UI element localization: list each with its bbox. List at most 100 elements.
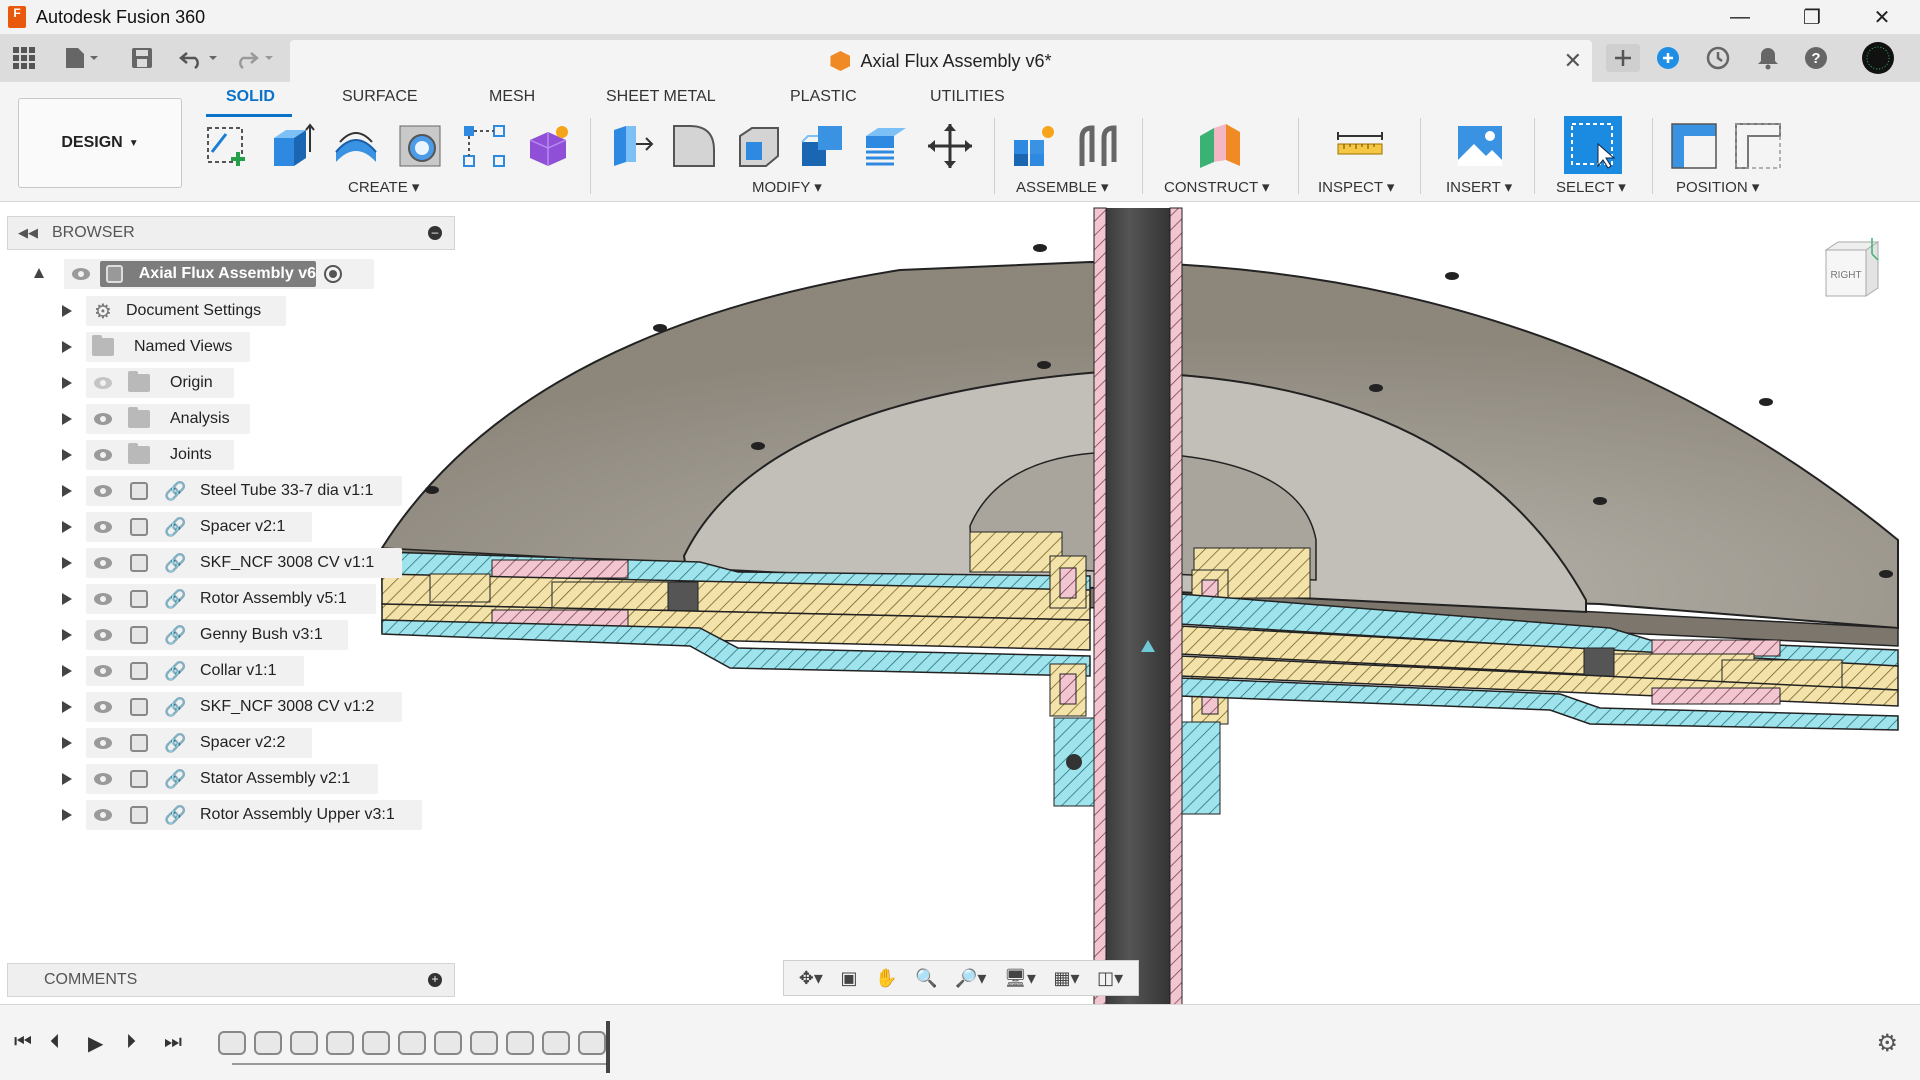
step-forward-icon[interactable]: ⏵ xyxy=(126,1031,136,1054)
joint-icon[interactable] xyxy=(1074,122,1122,170)
shell-icon[interactable] xyxy=(734,122,782,170)
assemble-menu[interactable]: ASSEMBLE ▾ xyxy=(1016,178,1109,196)
visibility-eye-icon[interactable] xyxy=(92,484,114,498)
add-comment-icon[interactable]: + xyxy=(428,973,442,987)
expand-arrow-icon[interactable] xyxy=(62,593,72,605)
visibility-eye-icon[interactable] xyxy=(92,520,114,534)
visibility-eye-icon[interactable] xyxy=(92,772,114,786)
redo-icon[interactable] xyxy=(232,44,276,72)
activate-radio-icon[interactable] xyxy=(324,265,342,283)
pattern-icon[interactable] xyxy=(460,122,508,170)
visibility-eye-icon[interactable] xyxy=(92,736,114,750)
timeline-marker[interactable] xyxy=(606,1021,610,1073)
visibility-eye-icon[interactable] xyxy=(92,556,114,570)
minimize-button[interactable]: — xyxy=(1710,0,1770,34)
tab-mesh[interactable]: MESH xyxy=(489,88,535,106)
create-menu[interactable]: CREATE ▾ xyxy=(348,178,419,196)
expand-arrow-icon[interactable] xyxy=(62,629,72,641)
grid-settings-icon[interactable]: ▦▾ xyxy=(1053,968,1079,989)
expand-arrow-icon[interactable] xyxy=(62,377,72,389)
new-tab-icon[interactable] xyxy=(1606,44,1640,72)
tab-plastic[interactable]: PLASTIC xyxy=(790,88,857,106)
inspect-menu[interactable]: INSPECT ▾ xyxy=(1318,178,1394,196)
browser-panel-header[interactable]: ◀◀ BROWSER – xyxy=(7,216,455,250)
undo-icon[interactable] xyxy=(176,44,220,72)
display-settings-icon[interactable]: 🖥▾ xyxy=(1004,968,1036,989)
visibility-eye-icon[interactable] xyxy=(92,700,114,714)
expand-arrow-icon[interactable] xyxy=(62,737,72,749)
create-sketch-icon[interactable] xyxy=(204,122,252,170)
create-form-icon[interactable] xyxy=(524,122,572,170)
expand-arrow-icon[interactable] xyxy=(62,449,72,461)
move-copy-icon[interactable] xyxy=(926,122,974,170)
play-icon[interactable]: ▶ xyxy=(88,1031,103,1056)
timeline-joint-feature[interactable] xyxy=(326,1031,354,1055)
fillet-icon[interactable] xyxy=(670,122,718,170)
go-to-start-icon[interactable]: ⏮ xyxy=(14,1031,32,1054)
timeline-joint-feature[interactable] xyxy=(398,1031,426,1055)
timeline-joint-feature[interactable] xyxy=(218,1031,246,1055)
close-window-button[interactable]: ✕ xyxy=(1852,0,1912,34)
expand-arrow-icon[interactable] xyxy=(34,268,44,278)
expand-arrow-icon[interactable] xyxy=(62,809,72,821)
view-cube[interactable]: RIGHT xyxy=(1820,234,1884,304)
expand-arrow-icon[interactable] xyxy=(62,773,72,785)
hidden-eye-icon[interactable] xyxy=(92,376,114,390)
construct-menu[interactable]: CONSTRUCT ▾ xyxy=(1164,178,1270,196)
expand-arrow-icon[interactable] xyxy=(62,521,72,533)
tab-sheet-metal[interactable]: SHEET METAL xyxy=(606,88,716,106)
restore-button[interactable]: ❐ xyxy=(1782,0,1842,34)
extrude-icon[interactable] xyxy=(268,122,316,170)
tab-utilities[interactable]: UTILITIES xyxy=(930,88,1005,106)
timeline-joint-feature[interactable] xyxy=(542,1031,570,1055)
help-icon[interactable]: ? xyxy=(1802,44,1830,72)
zoom-icon[interactable]: 🔍 xyxy=(915,968,937,989)
new-component-icon[interactable] xyxy=(1010,122,1058,170)
timeline-joint-feature[interactable] xyxy=(434,1031,462,1055)
expand-arrow-icon[interactable] xyxy=(62,485,72,497)
expand-arrow-icon[interactable] xyxy=(62,341,72,353)
select-tool-icon[interactable] xyxy=(1564,116,1622,174)
timeline-joint-feature[interactable] xyxy=(506,1031,534,1055)
collapse-panel-icon[interactable]: ◀◀ xyxy=(18,225,38,241)
step-back-icon[interactable]: ⏴ xyxy=(50,1031,60,1054)
user-avatar[interactable] xyxy=(1860,42,1896,74)
insert-canvas-icon[interactable] xyxy=(1456,122,1504,170)
comments-panel-header[interactable]: COMMENTS + xyxy=(7,963,455,997)
tab-surface[interactable]: SURFACE xyxy=(342,88,418,106)
document-tab[interactable]: Axial Flux Assembly v6* ✕ xyxy=(290,40,1592,82)
revolve-icon[interactable] xyxy=(332,122,380,170)
pan-hand-icon[interactable]: ✋ xyxy=(875,968,897,989)
combine-icon[interactable] xyxy=(798,122,846,170)
visibility-eye-icon[interactable] xyxy=(92,412,114,426)
visibility-eye-icon[interactable] xyxy=(92,628,114,642)
notifications-bell-icon[interactable] xyxy=(1754,44,1782,72)
timeline-joint-feature[interactable] xyxy=(578,1031,606,1055)
app-grid-icon[interactable] xyxy=(10,44,38,72)
timeline-joint-feature[interactable] xyxy=(254,1031,282,1055)
revert-position-icon[interactable] xyxy=(1734,122,1782,170)
browser-root-item[interactable]: Axial Flux Assembly v6 xyxy=(28,259,388,289)
visibility-eye-icon[interactable] xyxy=(92,808,114,822)
timeline-joint-feature[interactable] xyxy=(362,1031,390,1055)
offset-plane-icon[interactable] xyxy=(1196,122,1244,170)
look-at-icon[interactable]: ▣ xyxy=(840,968,857,989)
capture-position-icon[interactable] xyxy=(1670,122,1718,170)
modify-menu[interactable]: MODIFY ▾ xyxy=(752,178,822,196)
position-menu[interactable]: POSITION ▾ xyxy=(1676,178,1759,196)
go-to-end-icon[interactable]: ⏭ xyxy=(164,1031,182,1054)
file-menu-icon[interactable] xyxy=(60,44,104,72)
select-menu[interactable]: SELECT ▾ xyxy=(1556,178,1626,196)
orbit-icon[interactable]: ✥▾ xyxy=(799,968,823,989)
timeline-joint-feature[interactable] xyxy=(470,1031,498,1055)
visibility-eye-icon[interactable] xyxy=(92,448,114,462)
viewports-icon[interactable]: ◫▾ xyxy=(1097,968,1123,989)
insert-menu[interactable]: INSERT ▾ xyxy=(1446,178,1512,196)
expand-arrow-icon[interactable] xyxy=(62,665,72,677)
tab-solid[interactable]: SOLID xyxy=(226,88,275,106)
visibility-eye-icon[interactable] xyxy=(92,592,114,606)
hole-icon[interactable] xyxy=(396,122,444,170)
expand-arrow-icon[interactable] xyxy=(62,413,72,425)
visibility-eye-icon[interactable] xyxy=(92,664,114,678)
minimize-browser-icon[interactable]: – xyxy=(428,226,442,240)
